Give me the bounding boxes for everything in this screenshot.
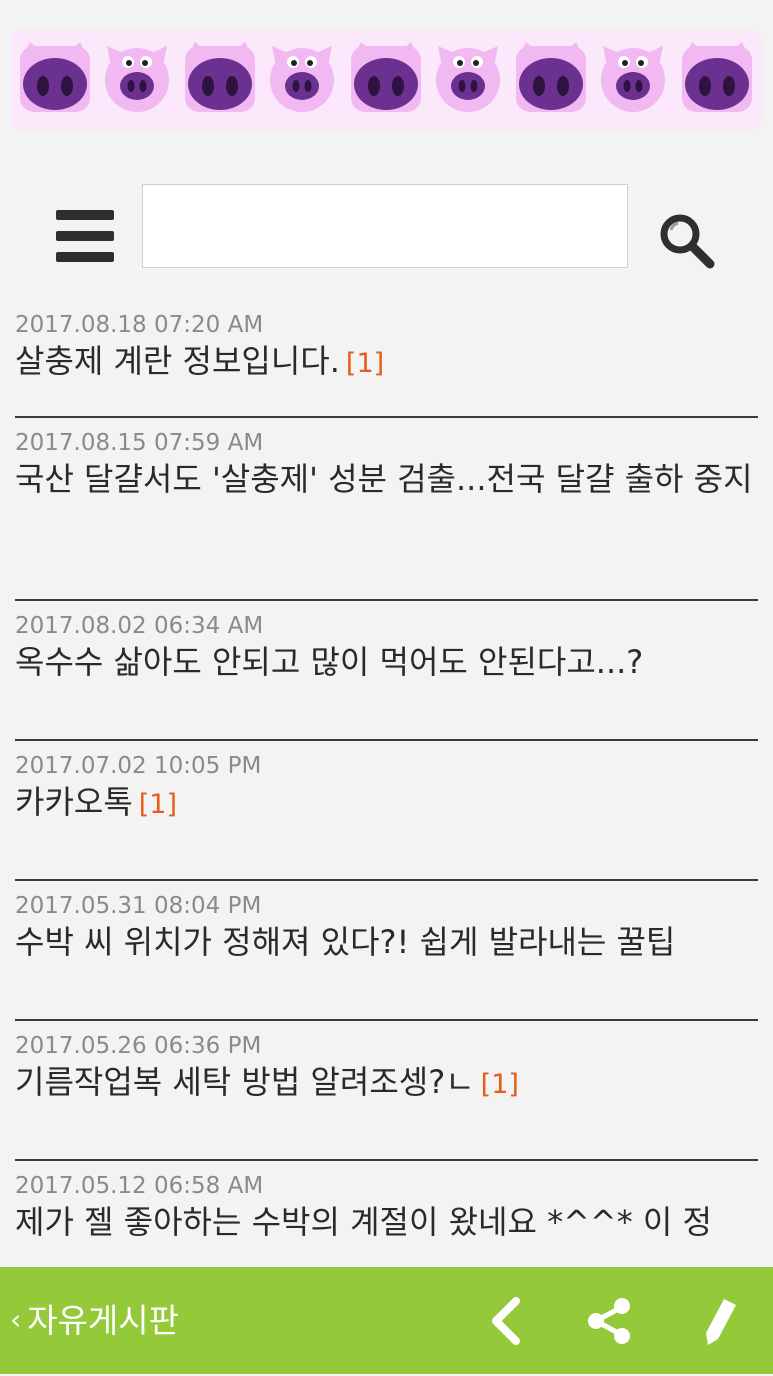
- board-label: 자유게시판: [27, 1301, 180, 1340]
- comment-count: [1]: [345, 348, 385, 379]
- post-date: 2017.08.18 07:20 AM: [15, 312, 264, 338]
- toolbar: [0, 150, 773, 300]
- pig-face-icon: [601, 46, 665, 112]
- share-icon[interactable]: [584, 1295, 636, 1347]
- pig-face-icon: [185, 42, 255, 112]
- post-date: 2017.05.12 06:58 AM: [15, 1173, 264, 1199]
- pig-face-icon: [516, 42, 586, 112]
- post-date: 2017.05.31 08:04 PM: [15, 893, 262, 919]
- comment-count: [1]: [480, 1069, 519, 1100]
- post-item[interactable]: 2017.08.18 07:20 AM 살충제 계란 정보입니다. [1]: [15, 300, 758, 418]
- post-item[interactable]: 2017.08.02 06:34 AM 옥수수 삶아도 안되고 많이 먹어도 안…: [15, 601, 758, 741]
- post-item[interactable]: 2017.08.15 07:59 AM 국산 달걀서도 '살충제' 성분 검출.…: [15, 418, 758, 601]
- pig-face-icon: [351, 42, 421, 112]
- post-title: 국산 달걀서도 '살충제' 성분 검출...전국 달걀 출하 중지: [15, 460, 753, 498]
- pig-face-icon: [436, 46, 500, 112]
- hamburger-menu-icon[interactable]: [56, 208, 114, 266]
- post-date: 2017.08.15 07:59 AM: [15, 430, 264, 456]
- post-date: 2017.07.02 10:05 PM: [15, 753, 262, 779]
- pig-face-icon: [20, 42, 90, 112]
- bottom-bar: ‹ 자유게시판: [0, 1267, 773, 1374]
- comment-count: [1]: [138, 789, 178, 820]
- post-title: 제가 젤 좋아하는 수박의 계절이 왔네요 *^^* 이 정: [15, 1203, 712, 1241]
- board-back-link[interactable]: ‹ 자유게시판: [10, 1267, 179, 1374]
- post-item[interactable]: 2017.05.31 08:04 PM 수박 씨 위치가 정해져 있다?! 쉽게…: [15, 881, 758, 1021]
- magnifier-icon[interactable]: [656, 210, 716, 270]
- post-date: 2017.08.02 06:34 AM: [15, 613, 264, 639]
- post-list: 2017.08.18 07:20 AM 살충제 계란 정보입니다. [1] 201…: [15, 300, 758, 1299]
- post-date: 2017.05.26 06:36 PM: [15, 1033, 262, 1059]
- post-title: 살충제 계란 정보입니다. [1]: [15, 342, 385, 380]
- pencil-icon[interactable]: [694, 1295, 746, 1347]
- back-arrow-icon[interactable]: [482, 1295, 534, 1347]
- post-item[interactable]: 2017.05.26 06:36 PM 기름작업복 세탁 방법 알려조셍?ㄴ [1…: [15, 1021, 758, 1161]
- chevron-left-icon: ‹: [10, 1303, 22, 1336]
- post-title: 카카오톡 [1]: [15, 783, 178, 821]
- pig-face-icon: [682, 42, 752, 112]
- search-input[interactable]: [142, 184, 628, 268]
- pig-face-icon: [105, 46, 169, 112]
- post-title: 옥수수 삶아도 안되고 많이 먹어도 안된다고...?: [15, 643, 644, 681]
- post-title: 기름작업복 세탁 방법 알려조셍?ㄴ [1]: [15, 1063, 519, 1101]
- post-item[interactable]: 2017.07.02 10:05 PM 카카오톡 [1]: [15, 741, 758, 881]
- pig-banner: [12, 30, 762, 130]
- post-title: 수박 씨 위치가 정해져 있다?! 쉽게 발라내는 꿀팁: [15, 923, 676, 961]
- pig-face-icon: [270, 46, 334, 112]
